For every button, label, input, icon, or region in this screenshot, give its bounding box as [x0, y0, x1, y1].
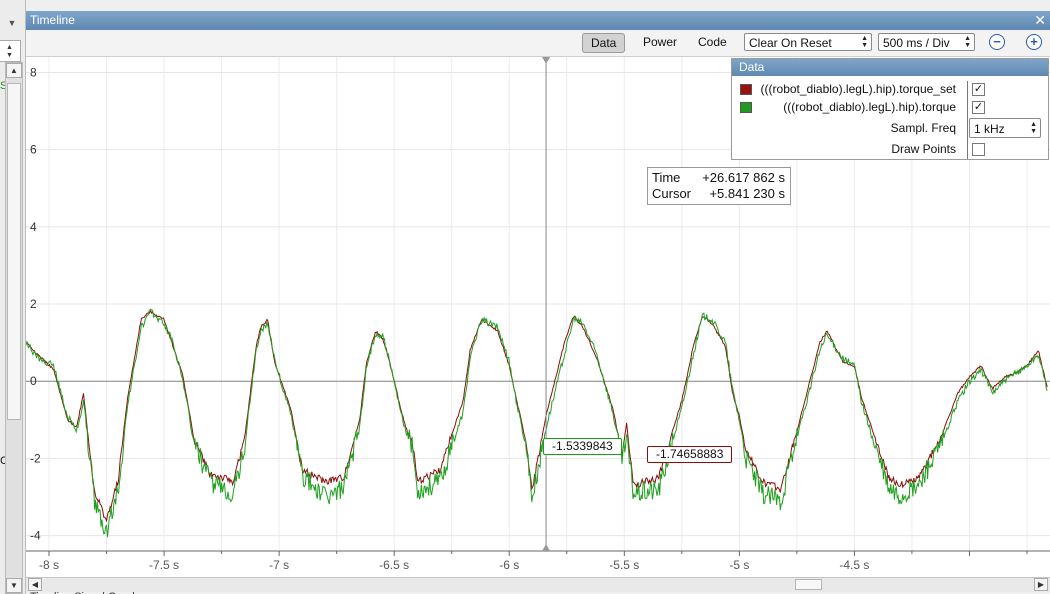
arrow-down-icon[interactable]: ▼ — [6, 52, 13, 59]
tab-power[interactable]: Power — [635, 33, 685, 51]
scroll-right-icon[interactable]: ▶ — [1034, 578, 1048, 591]
series-visible-checkbox[interactable]: ✓ — [972, 101, 985, 114]
y-tick-label: 2 — [30, 297, 37, 311]
x-tick-label: -5 s — [729, 558, 749, 572]
data-panel-title: Data — [732, 59, 1048, 76]
select-arrows-icon: ▲ ▼ — [964, 35, 971, 49]
cursor-value: +5.841 230 s — [709, 186, 785, 201]
scroll-down-icon[interactable]: ▼ — [6, 578, 22, 593]
select-arrows-icon: ▲ ▼ — [1030, 121, 1037, 135]
data-overlay-panel: Data (((robot_diablo).legL).hip).torque_… — [731, 58, 1049, 160]
torque-value-label: -1.5339843 — [543, 438, 622, 455]
x-tick-label: -8 s — [39, 558, 59, 572]
y-tick-label: 0 — [30, 374, 37, 388]
draw-points-checkbox[interactable] — [972, 143, 985, 156]
close-icon[interactable]: ✕ — [1034, 12, 1046, 28]
series-name: (((robot_diablo).legL).hip).torque — [783, 100, 956, 114]
checkmark-icon: ✓ — [973, 101, 984, 113]
scrollbar-thumb[interactable] — [795, 579, 822, 590]
series-color-swatch[interactable] — [740, 84, 752, 95]
x-tick-label: -7.5 s — [149, 558, 179, 572]
timeline-title-bar: Timeline ✕ — [26, 11, 1050, 30]
series-color-swatch[interactable] — [740, 102, 752, 113]
left-vertical-scrollbar[interactable]: ▲ ▼ — [5, 62, 23, 594]
timeline-toolbar: Data Power Code Clear On Reset ▲ ▼ 500 ms… — [26, 30, 1050, 57]
y-tick-label: 8 — [30, 65, 37, 79]
time-scale-value: 500 ms / Div — [883, 36, 950, 50]
clear-mode-value: Clear On Reset — [749, 36, 832, 50]
window-title: Timeline — [30, 13, 75, 27]
x-tick-label: -7 s — [269, 558, 289, 572]
torque-set-value-label: -1.74658883 — [647, 446, 733, 463]
draw-points-label: Draw Points — [891, 142, 956, 156]
checkmark-icon: ✓ — [973, 83, 984, 95]
series-visible-checkbox[interactable]: ✓ — [972, 83, 985, 96]
zoom-out-icon[interactable]: − — [989, 34, 1005, 50]
scroll-up-icon[interactable]: ▲ — [6, 63, 22, 78]
x-tick-label: -4.5 s — [839, 558, 869, 572]
sampl-freq-label: Sampl. Freq — [890, 121, 956, 135]
time-scale-select[interactable]: 500 ms / Div ▲ ▼ — [878, 33, 975, 51]
scroll-left-icon[interactable]: ◀ — [28, 578, 42, 591]
cursor-info-box: Time +26.617 862 s Cursor +5.841 230 s — [647, 167, 791, 205]
cursor-bottom-marker — [542, 544, 551, 551]
tab-code[interactable]: Code — [690, 33, 735, 51]
sampl-freq-value: 1 kHz — [974, 122, 1005, 136]
arrow-up-icon[interactable]: ▲ — [6, 44, 13, 51]
select-arrows-icon: ▲ ▼ — [861, 35, 868, 49]
y-tick-label: -4 — [30, 529, 41, 543]
scrollbar-thumb[interactable] — [7, 83, 21, 420]
chevron-down-icon[interactable]: ▼ — [2, 14, 22, 32]
horizontal-scrollbar[interactable]: ◀ ▶ — [26, 577, 1050, 592]
x-tick-label: -5.5 s — [609, 558, 639, 572]
series-name: (((robot_diablo).legL).hip).torque_set — [760, 82, 956, 96]
left-spin-box[interactable]: ▲ ▼ — [0, 40, 21, 62]
cursor-label: Cursor — [652, 186, 692, 201]
zoom-in-icon[interactable]: + — [1026, 34, 1042, 50]
x-tick-label: -6.5 s — [379, 558, 409, 572]
tab-data[interactable]: Data — [582, 33, 626, 53]
y-tick-label: -2 — [30, 451, 41, 465]
time-label: Time — [652, 170, 681, 185]
divider — [967, 81, 968, 159]
x-tick-label: -6 s — [499, 558, 519, 572]
time-value: +26.617 862 s — [702, 170, 785, 185]
clear-mode-select[interactable]: Clear On Reset ▲ ▼ — [744, 33, 872, 51]
cursor-top-marker — [542, 57, 551, 64]
series-line-torque — [26, 308, 1048, 538]
sampl-freq-select[interactable]: 1 kHz ▲ ▼ — [969, 118, 1041, 138]
y-tick-label: 4 — [30, 220, 37, 234]
y-tick-label: 6 — [30, 143, 37, 157]
